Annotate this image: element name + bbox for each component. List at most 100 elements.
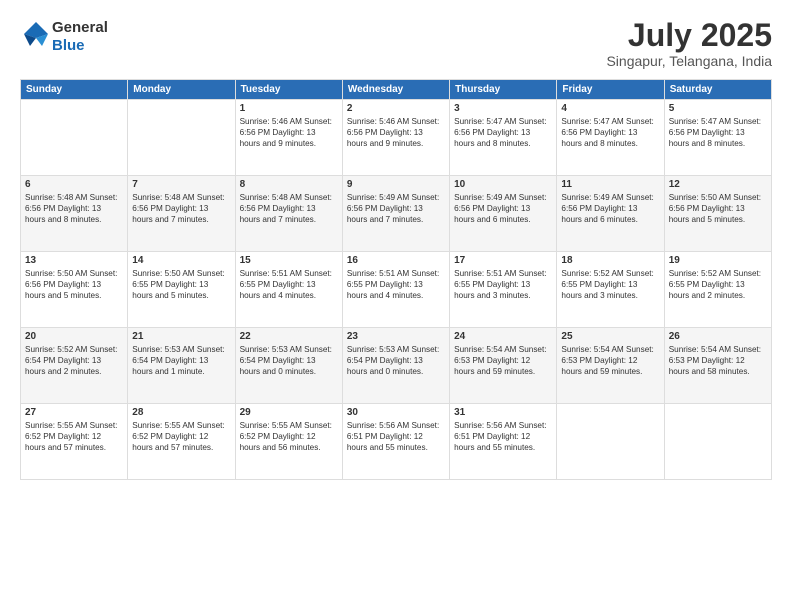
day-number: 26 (669, 331, 767, 342)
day-number: 3 (454, 103, 552, 114)
day-number: 8 (240, 179, 338, 190)
table-row: 13 Sunrise: 5:50 AM Sunset: 6:56 PM Dayli… (21, 252, 128, 328)
day-detail: Sunrise: 5:56 AM Sunset: 6:51 PM Dayligh… (347, 420, 445, 453)
table-row: 18 Sunrise: 5:52 AM Sunset: 6:55 PM Dayli… (557, 252, 664, 328)
title-location: Singapur, Telangana, India (606, 53, 772, 69)
title-month: July 2025 (606, 18, 772, 53)
day-number: 12 (669, 179, 767, 190)
day-number: 10 (454, 179, 552, 190)
day-detail: Sunrise: 5:48 AM Sunset: 6:56 PM Dayligh… (25, 192, 123, 225)
calendar-week-row: 20 Sunrise: 5:52 AM Sunset: 6:54 PM Dayli… (21, 328, 772, 404)
day-number: 28 (132, 407, 230, 418)
table-row: 17Sunrise: 5:51 AM Sunset: 6:55 PM Dayli… (450, 252, 557, 328)
table-row: 19 Sunrise: 5:52 AM Sunset: 6:55 PM Dayli… (664, 252, 771, 328)
logo-icon (20, 18, 52, 50)
day-detail: Sunrise: 5:53 AM Sunset: 6:54 PM Dayligh… (347, 344, 445, 377)
col-sunday: Sunday (21, 80, 128, 100)
day-detail: Sunrise: 5:50 AM Sunset: 6:56 PM Dayligh… (25, 268, 123, 301)
day-number: 24 (454, 331, 552, 342)
calendar-page: General Blue July 2025 Singapur, Telanga… (0, 0, 792, 612)
day-detail: Sunrise: 5:51 AM Sunset: 6:55 PM Dayligh… (347, 268, 445, 301)
table-row: 27Sunrise: 5:55 AM Sunset: 6:52 PM Dayli… (21, 404, 128, 480)
day-detail: Sunrise: 5:55 AM Sunset: 6:52 PM Dayligh… (240, 420, 338, 453)
day-number: 17 (454, 255, 552, 266)
table-row: 15 Sunrise: 5:51 AM Sunset: 6:55 PM Dayli… (235, 252, 342, 328)
table-row: 25 Sunrise: 5:54 AM Sunset: 6:53 PM Dayli… (557, 328, 664, 404)
table-row (557, 404, 664, 480)
day-number: 11 (561, 179, 659, 190)
logo-text: General Blue (52, 19, 108, 55)
col-friday: Friday (557, 80, 664, 100)
day-number: 27 (25, 407, 123, 418)
calendar-table: Sunday Monday Tuesday Wednesday Thursday… (20, 79, 772, 480)
table-row: 10 Sunrise: 5:49 AM Sunset: 6:56 PM Dayli… (450, 176, 557, 252)
day-number: 29 (240, 407, 338, 418)
day-detail: Sunrise: 5:52 AM Sunset: 6:54 PM Dayligh… (25, 344, 123, 377)
day-detail: Sunrise: 5:52 AM Sunset: 6:55 PM Dayligh… (561, 268, 659, 301)
calendar-week-row: 13 Sunrise: 5:50 AM Sunset: 6:56 PM Dayli… (21, 252, 772, 328)
table-row: 23Sunrise: 5:53 AM Sunset: 6:54 PM Dayli… (342, 328, 449, 404)
day-number: 25 (561, 331, 659, 342)
calendar-week-row: 1 Sunrise: 5:46 AM Sunset: 6:56 PM Daylig… (21, 100, 772, 176)
day-number: 20 (25, 331, 123, 342)
table-row: 2Sunrise: 5:46 AM Sunset: 6:56 PM Daylig… (342, 100, 449, 176)
day-number: 5 (669, 103, 767, 114)
day-detail: Sunrise: 5:53 AM Sunset: 6:54 PM Dayligh… (240, 344, 338, 377)
day-detail: Sunrise: 5:49 AM Sunset: 6:56 PM Dayligh… (454, 192, 552, 225)
day-detail: Sunrise: 5:51 AM Sunset: 6:55 PM Dayligh… (240, 268, 338, 301)
title-block: July 2025 Singapur, Telangana, India (606, 18, 772, 69)
table-row: 24 Sunrise: 5:54 AM Sunset: 6:53 PM Dayli… (450, 328, 557, 404)
calendar-week-row: 27 Sunrise: 5:55 AM Sunset: 6:52 PM Dayli… (21, 404, 772, 480)
col-wednesday: Wednesday (342, 80, 449, 100)
day-number: 13 (25, 255, 123, 266)
table-row (664, 404, 771, 480)
day-detail: Sunrise: 5:56 AM Sunset: 6:51 PM Dayligh… (454, 420, 552, 453)
day-number: 1 (240, 103, 338, 114)
calendar-header-row: Sunday Monday Tuesday Wednesday Thursday… (21, 80, 772, 100)
day-detail: Sunrise: 5:52 AM Sunset: 6:55 PM Dayligh… (669, 268, 767, 301)
logo: General Blue (20, 18, 108, 55)
day-number: 6 (25, 179, 123, 190)
day-number: 14 (132, 255, 230, 266)
day-number: 16 (347, 255, 445, 266)
day-detail: Sunrise: 5:46 AM Sunset: 6:56 PM Dayligh… (240, 116, 338, 149)
table-row: 20 Sunrise: 5:52 AM Sunset: 6:54 PM Dayli… (21, 328, 128, 404)
day-detail: Sunrise: 5:49 AM Sunset: 6:56 PM Dayligh… (561, 192, 659, 225)
col-monday: Monday (128, 80, 235, 100)
day-detail: Sunrise: 5:48 AM Sunset: 6:56 PM Dayligh… (240, 192, 338, 225)
table-row: 6 Sunrise: 5:48 AM Sunset: 6:56 PM Daylig… (21, 176, 128, 252)
day-number: 4 (561, 103, 659, 114)
day-number: 19 (669, 255, 767, 266)
table-row: 3 Sunrise: 5:47 AM Sunset: 6:56 PM Daylig… (450, 100, 557, 176)
day-detail: Sunrise: 5:47 AM Sunset: 6:56 PM Dayligh… (669, 116, 767, 149)
table-row: 21Sunrise: 5:53 AM Sunset: 6:54 PM Dayli… (128, 328, 235, 404)
table-row: 22 Sunrise: 5:53 AM Sunset: 6:54 PM Dayli… (235, 328, 342, 404)
day-detail: Sunrise: 5:47 AM Sunset: 6:56 PM Dayligh… (561, 116, 659, 149)
day-detail: Sunrise: 5:54 AM Sunset: 6:53 PM Dayligh… (669, 344, 767, 377)
table-row: 31 Sunrise: 5:56 AM Sunset: 6:51 PM Dayli… (450, 404, 557, 480)
day-detail: Sunrise: 5:47 AM Sunset: 6:56 PM Dayligh… (454, 116, 552, 149)
day-number: 7 (132, 179, 230, 190)
day-detail: Sunrise: 5:53 AM Sunset: 6:54 PM Dayligh… (132, 344, 230, 377)
calendar-week-row: 6 Sunrise: 5:48 AM Sunset: 6:56 PM Daylig… (21, 176, 772, 252)
table-row: 29 Sunrise: 5:55 AM Sunset: 6:52 PM Dayli… (235, 404, 342, 480)
table-row (21, 100, 128, 176)
day-number: 31 (454, 407, 552, 418)
day-detail: Sunrise: 5:50 AM Sunset: 6:56 PM Dayligh… (669, 192, 767, 225)
day-number: 9 (347, 179, 445, 190)
table-row (128, 100, 235, 176)
day-number: 15 (240, 255, 338, 266)
day-number: 22 (240, 331, 338, 342)
day-detail: Sunrise: 5:48 AM Sunset: 6:56 PM Dayligh… (132, 192, 230, 225)
table-row: 12 Sunrise: 5:50 AM Sunset: 6:56 PM Dayli… (664, 176, 771, 252)
day-number: 18 (561, 255, 659, 266)
day-detail: Sunrise: 5:54 AM Sunset: 6:53 PM Dayligh… (561, 344, 659, 377)
day-detail: Sunrise: 5:54 AM Sunset: 6:53 PM Dayligh… (454, 344, 552, 377)
table-row: 7 Sunrise: 5:48 AM Sunset: 6:56 PM Daylig… (128, 176, 235, 252)
table-row: 11 Sunrise: 5:49 AM Sunset: 6:56 PM Dayli… (557, 176, 664, 252)
table-row: 30Sunrise: 5:56 AM Sunset: 6:51 PM Dayli… (342, 404, 449, 480)
table-row: 16 Sunrise: 5:51 AM Sunset: 6:55 PM Dayli… (342, 252, 449, 328)
table-row: 5 Sunrise: 5:47 AM Sunset: 6:56 PM Daylig… (664, 100, 771, 176)
day-detail: Sunrise: 5:49 AM Sunset: 6:56 PM Dayligh… (347, 192, 445, 225)
table-row: 9 Sunrise: 5:49 AM Sunset: 6:56 PM Daylig… (342, 176, 449, 252)
